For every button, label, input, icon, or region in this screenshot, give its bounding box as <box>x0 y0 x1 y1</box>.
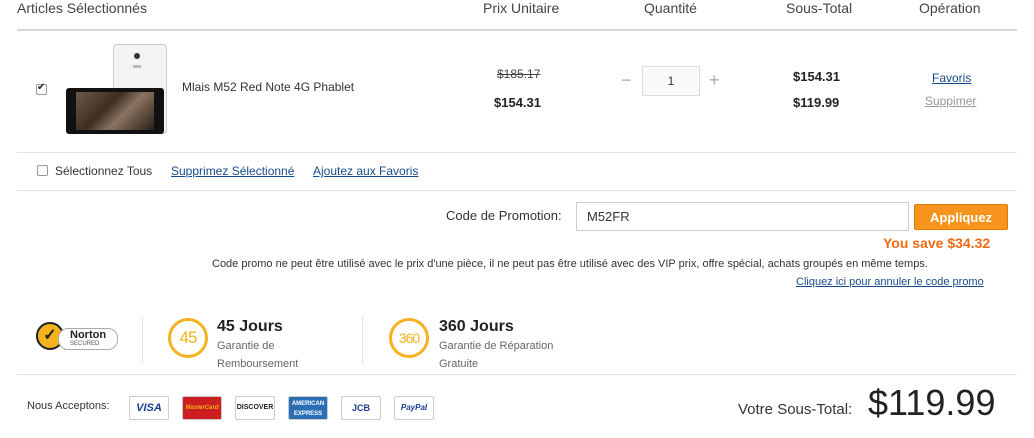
column-header-operation: Opération <box>919 0 981 16</box>
jcb-icon: JCB <box>341 396 381 420</box>
promo-code-label: Code de Promotion: <box>446 208 562 223</box>
subtotal-original: $154.31 <box>793 69 840 84</box>
promo-code-input[interactable]: M52FR <box>576 202 909 231</box>
product-name[interactable]: Mlais M52 Red Note 4G Phablet <box>182 80 354 94</box>
quantity-input[interactable]: 1 <box>642 66 700 96</box>
quantity-increase-button[interactable]: + <box>709 70 720 91</box>
repair-line1: Garantie de Réparation <box>439 340 554 352</box>
repair-badge-icon: 360 <box>389 318 429 358</box>
cancel-promo-link[interactable]: Cliquez ici pour annuler le code promo <box>796 276 984 288</box>
column-header-unit-price: Prix Unitaire <box>483 0 560 16</box>
refund-badge-icon: 45 <box>168 318 208 358</box>
select-all-checkbox[interactable] <box>37 165 48 176</box>
repair-title: 360 Jours <box>439 318 514 335</box>
visa-icon: VISA <box>129 396 169 420</box>
savings-text: You save $34.32 <box>883 235 991 251</box>
subtotal-label: Votre Sous-Total: <box>738 401 853 418</box>
refund-line2: Remboursement <box>217 358 299 370</box>
subtotal-discounted: $119.99 <box>793 95 840 110</box>
delete-selected-link[interactable]: Supprimez Sélectionné <box>171 164 294 178</box>
column-header-quantity: Quantité <box>644 0 697 16</box>
quantity-decrease-button[interactable]: − <box>621 70 632 91</box>
paypal-icon: PayPal <box>394 396 434 420</box>
phone-front-image <box>66 88 164 134</box>
trust-separator <box>362 316 363 364</box>
product-image[interactable] <box>62 44 170 136</box>
footer-divider <box>17 374 1017 375</box>
unit-price: $154.31 <box>494 95 541 110</box>
discover-icon: DISCOVER <box>235 396 275 420</box>
trust-separator <box>142 316 143 364</box>
norton-secured-logo: ✓ Norton SECURED <box>34 320 120 356</box>
add-selected-favorites-link[interactable]: Ajoutez aux Favoris <box>313 164 418 178</box>
select-all-label[interactable]: Sélectionnez Tous <box>55 164 152 178</box>
mastercard-icon: MasterCard <box>182 396 222 420</box>
column-header-subtotal: Sous-Total <box>786 0 853 16</box>
original-price: $185.17 <box>497 67 541 81</box>
header-divider <box>17 29 1017 31</box>
item-checkbox[interactable] <box>36 82 47 95</box>
delete-item-link[interactable]: Suppimer <box>925 94 976 108</box>
row-divider <box>17 152 1017 153</box>
bulk-divider <box>17 190 1017 191</box>
subtotal-value: $119.99 <box>868 382 996 423</box>
accept-label: Nous Acceptons: <box>27 400 110 412</box>
refund-title: 45 Jours <box>217 318 283 335</box>
promo-note: Code promo ne peut être utilisé avec le … <box>212 258 928 270</box>
norton-title: Norton <box>70 329 107 341</box>
norton-subtitle: SECURED <box>70 341 100 347</box>
refund-line1: Garantie de <box>217 340 275 352</box>
repair-line2: Gratuite <box>439 358 479 370</box>
apply-promo-button[interactable]: Appliquez <box>914 204 1008 230</box>
add-to-favorites-link[interactable]: Favoris <box>932 71 971 85</box>
column-header-items: Articles Sélectionnés <box>17 0 147 16</box>
amex-icon: AMERICAN EXPRESS <box>288 396 328 420</box>
